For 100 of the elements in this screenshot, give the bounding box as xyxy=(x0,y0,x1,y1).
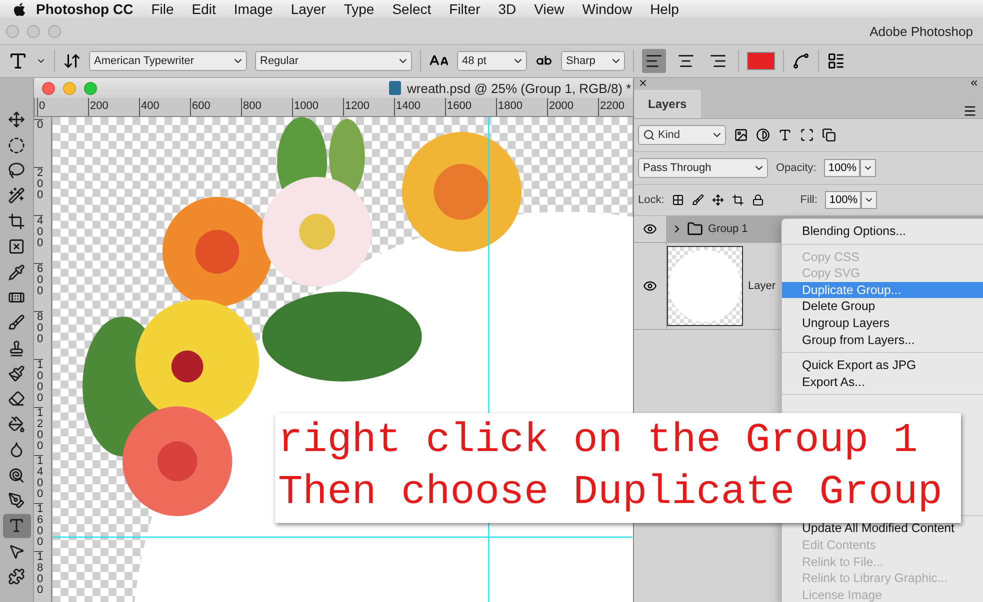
window-minimize-dot xyxy=(27,24,40,38)
lasso-icon xyxy=(8,162,25,179)
type-filter-icon[interactable] xyxy=(778,128,792,142)
lollipop-icon xyxy=(8,466,25,484)
menu-icon[interactable] xyxy=(963,104,977,118)
ruler-label: 1200 xyxy=(343,98,394,116)
ruler-label: 1800 xyxy=(496,98,547,116)
ruler-label: 400 xyxy=(139,98,190,116)
eyedropper-icon xyxy=(8,264,25,281)
align-center-icon xyxy=(677,52,695,70)
text-color-swatch[interactable] xyxy=(747,52,775,70)
filter-label: Kind xyxy=(658,129,680,141)
ruler-label: 1400 xyxy=(34,455,44,503)
menu-item[interactable]: Select xyxy=(383,1,440,17)
menu-item[interactable]: Layer xyxy=(282,1,335,17)
collapse-icon[interactable] xyxy=(969,78,979,88)
font-style-dropdown[interactable]: Regular xyxy=(255,51,412,71)
opacity-field[interactable]: 100% xyxy=(824,159,860,177)
close-icon[interactable] xyxy=(638,78,648,88)
instruction-text: Then choose Duplicate Group xyxy=(278,469,944,518)
filter-dropdown[interactable]: Kind xyxy=(638,125,726,145)
lock-artboard-icon[interactable] xyxy=(732,194,744,206)
ruler-label: 1400 xyxy=(394,98,445,116)
ruler-label: 1600 xyxy=(34,503,44,551)
ruler-label: 600 xyxy=(190,98,241,116)
eye-icon[interactable] xyxy=(643,222,657,236)
app-menu[interactable]: Photoshop CC xyxy=(27,1,142,17)
antialias-dropdown[interactable]: Sharp xyxy=(561,51,625,71)
crop-icon xyxy=(8,212,25,230)
type-tool-icon[interactable] xyxy=(8,51,28,71)
ruler-label: 800 xyxy=(34,311,44,359)
ruler-label: 600 xyxy=(34,263,44,311)
menu-item[interactable]: Export As... xyxy=(782,374,983,390)
ruler-label: 200 xyxy=(88,98,139,116)
pointer-icon xyxy=(8,542,25,560)
menu-item[interactable]: File xyxy=(142,1,183,17)
ruler-label: 1800 xyxy=(34,551,44,599)
magic-wand-icon xyxy=(8,187,25,204)
opacity-label: Opacity: xyxy=(776,162,816,174)
lock-icon[interactable] xyxy=(752,194,764,206)
align-left-button[interactable] xyxy=(642,49,666,73)
menu-item[interactable]: Blending Options... xyxy=(782,223,983,240)
frame-icon xyxy=(8,238,25,256)
ruler-label: 0 xyxy=(34,119,44,167)
ruler-label: 1600 xyxy=(445,98,496,116)
text-orientation-icon[interactable] xyxy=(63,52,81,70)
paintbrush-icon xyxy=(8,365,25,382)
droplet-icon xyxy=(8,441,25,458)
menu-item[interactable]: Filter xyxy=(440,1,490,17)
instruction-text: right click on the Group 1 xyxy=(278,417,919,466)
ruler-label: 200 xyxy=(34,167,44,215)
search-icon xyxy=(643,129,655,141)
apple-logo-icon[interactable] xyxy=(12,2,27,16)
stamp-icon xyxy=(8,340,25,357)
eye-icon[interactable] xyxy=(643,279,657,293)
lock-label: Lock: xyxy=(638,194,664,206)
ruler-label: 400 xyxy=(34,215,44,263)
lock-position-icon[interactable] xyxy=(712,194,724,206)
adjustment-filter-icon[interactable] xyxy=(756,128,770,142)
menu-item[interactable]: 3D xyxy=(489,1,526,17)
fill-label: Fill: xyxy=(800,194,818,206)
menu-item[interactable]: View xyxy=(525,1,574,17)
document-title: wreath.psd @ 25% (Group 1, RGB/8) * xyxy=(407,80,632,96)
panels-icon[interactable] xyxy=(827,52,845,70)
file-icon xyxy=(389,81,401,95)
lock-brush-icon[interactable] xyxy=(692,194,704,206)
folder-icon xyxy=(687,221,703,237)
close-dot[interactable] xyxy=(42,82,55,94)
menu-item[interactable]: Window xyxy=(573,1,642,17)
menu-item[interactable]: Update All Modified Content xyxy=(782,520,983,537)
ruler-label: 0 xyxy=(37,98,88,116)
menu-item[interactable]: Help xyxy=(641,1,688,17)
warp-text-icon[interactable] xyxy=(792,52,810,70)
font-family-dropdown[interactable]: American Typewriter xyxy=(89,51,247,71)
lock-transparency-icon[interactable] xyxy=(672,194,684,206)
menu-item[interactable]: Type xyxy=(334,1,384,17)
minimize-dot[interactable] xyxy=(63,82,76,94)
layers-tab[interactable]: Layers xyxy=(634,90,701,118)
menu-item[interactable]: Ungroup Layers xyxy=(782,314,983,332)
menu-item[interactable]: Edit xyxy=(182,1,225,17)
layer-name: Layer xyxy=(748,280,776,292)
pen-icon xyxy=(8,492,25,510)
app-title: Adobe Photoshop xyxy=(870,24,973,38)
menu-item[interactable]: Group from Layers... xyxy=(782,332,983,348)
shape-filter-icon[interactable] xyxy=(800,128,814,142)
menu-item[interactable]: Delete Group xyxy=(782,298,983,315)
menu-item[interactable]: Image xyxy=(224,1,282,17)
menu-item[interactable]: Quick Export as JPG xyxy=(782,357,983,374)
image-filter-icon[interactable] xyxy=(734,128,748,142)
blend-mode-dropdown[interactable]: Pass Through xyxy=(638,158,768,178)
brush-icon xyxy=(8,314,25,332)
type-tool[interactable] xyxy=(2,514,30,538)
fill-field[interactable]: 100% xyxy=(825,191,862,209)
align-right-icon xyxy=(709,52,727,70)
puzzle-icon xyxy=(8,568,25,586)
window-zoom-dot xyxy=(48,24,61,38)
zoom-dot[interactable] xyxy=(84,82,97,94)
font-size-dropdown[interactable]: 48 pt xyxy=(457,51,527,71)
ruler-label: 800 xyxy=(241,98,292,116)
smart-object-filter-icon[interactable] xyxy=(822,128,836,142)
